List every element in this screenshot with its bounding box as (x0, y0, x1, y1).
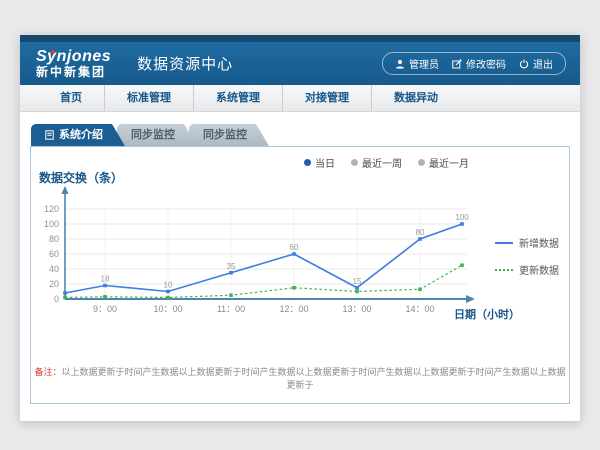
change-password-button[interactable]: 修改密码 (452, 56, 506, 71)
data-point (229, 271, 233, 275)
line-chart: 0 20 40 60 80 100 120 9：00 10：00 11：00 12：00 13：00 1… (31, 185, 570, 332)
radio-label: 最近一周 (362, 155, 402, 170)
data-point (103, 284, 107, 288)
y-tick-label: 20 (49, 279, 59, 289)
tab-label: 同步监控 (131, 124, 175, 146)
data-point-label: 35 (227, 262, 236, 271)
radio-selected-icon (304, 159, 311, 166)
content-area: 系统介绍 同步监控 同步监控 当日 最近一周 最近一月 数据交换（条） 0 20 40 60 8… (20, 124, 580, 404)
tab-2[interactable]: 同步监控 (189, 124, 269, 146)
legend-swatch (495, 242, 513, 244)
nav-item-1[interactable]: 标准管理 (104, 85, 193, 111)
y-axis-arrow (61, 186, 68, 194)
data-point (460, 222, 464, 226)
tab-label: 同步监控 (203, 124, 247, 146)
data-point (292, 252, 296, 256)
x-tick-label: 11：00 (217, 304, 245, 314)
current-user-button[interactable]: 管理员 (395, 56, 439, 71)
data-point (355, 286, 359, 290)
y-tick-label: 120 (44, 204, 59, 214)
y-axis-title: 数据交换（条） (39, 169, 123, 186)
legend-label: 更新数据 (519, 262, 559, 277)
content-panel: 当日 最近一周 最近一月 数据交换（条） 0 20 40 60 80 100 120 9：00 10… (30, 146, 570, 404)
series-line-0 (65, 224, 462, 293)
y-tick-label: 100 (44, 219, 59, 229)
desktop-background: Synjones 新中新集团 数据资源中心 管理员 修改密码 (0, 0, 600, 450)
x-axis-arrow (466, 295, 475, 303)
data-point (460, 263, 464, 267)
logo-text: Synjones (36, 49, 111, 66)
x-tick-label: 12：00 (279, 304, 308, 314)
logo-subtext: 新中新集团 (36, 66, 111, 79)
data-point-label: 10 (164, 281, 173, 290)
change-password-label: 修改密码 (466, 56, 506, 71)
document-icon (45, 130, 54, 140)
x-tick-label: 14：00 (405, 304, 434, 314)
tab-1[interactable]: 同步监控 (117, 124, 197, 146)
data-point (418, 287, 422, 291)
data-point-label: 100 (455, 213, 469, 222)
y-tick-label: 60 (49, 249, 59, 259)
radio-unselected-icon (418, 159, 425, 166)
data-point (355, 290, 359, 294)
y-tick-label: 0 (54, 294, 59, 304)
legend-label: 新增数据 (519, 235, 559, 250)
current-user-label: 管理员 (409, 56, 439, 71)
data-point-label: 15 (353, 277, 362, 286)
legend-swatch (495, 269, 513, 271)
main-nav: 首页标准管理系统管理对接管理数据异动 (20, 85, 580, 112)
time-range-option-2[interactable]: 最近一月 (418, 155, 469, 170)
logout-label: 退出 (533, 56, 553, 71)
x-axis-title: 日期（小时） (454, 307, 520, 321)
nav-item-0[interactable]: 首页 (38, 85, 104, 111)
time-range-option-1[interactable]: 最近一周 (351, 155, 402, 170)
app-window: Synjones 新中新集团 数据资源中心 管理员 修改密码 (20, 35, 580, 421)
y-tick-label: 40 (49, 264, 59, 274)
nav-item-3[interactable]: 对接管理 (282, 85, 371, 111)
edit-icon (452, 59, 462, 69)
time-range-option-0[interactable]: 当日 (304, 155, 335, 170)
series-line-1 (65, 265, 462, 297)
app-header: Synjones 新中新集团 数据资源中心 管理员 修改密码 (20, 42, 580, 85)
data-point (166, 296, 170, 300)
data-point (418, 237, 422, 241)
data-point (63, 291, 67, 295)
power-icon (519, 59, 529, 69)
x-tick-label: 13：00 (342, 304, 371, 314)
chart-legend: 新增数据更新数据 (495, 235, 559, 277)
nav-item-2[interactable]: 系统管理 (193, 85, 282, 111)
logout-button[interactable]: 退出 (519, 56, 553, 71)
nav-item-4[interactable]: 数据异动 (371, 85, 460, 111)
window-top-strip (20, 35, 580, 42)
legend-item-1[interactable]: 更新数据 (495, 262, 559, 277)
data-point-label: 80 (416, 228, 425, 237)
footnote: 备注：以上数据更新于时间产生数据以上数据更新于时间产生数据以上数据更新于时间产生… (31, 365, 569, 391)
x-tick-label: 10：00 (153, 304, 182, 314)
data-point (103, 295, 107, 299)
tab-label: 系统介绍 (59, 124, 103, 146)
tab-0[interactable]: 系统介绍 (31, 124, 125, 146)
time-range-filter: 当日 最近一周 最近一月 (304, 155, 469, 170)
data-point-label: 18 (101, 275, 110, 284)
legend-item-0[interactable]: 新增数据 (495, 235, 559, 250)
user-toolbar: 管理员 修改密码 退出 (382, 52, 566, 75)
radio-label: 当日 (315, 155, 335, 170)
data-point (63, 296, 67, 300)
user-icon (395, 59, 405, 69)
x-tick-label: 9：00 (93, 304, 117, 314)
radio-unselected-icon (351, 159, 358, 166)
footnote-prefix: 备注： (34, 367, 61, 377)
footnote-text: 以上数据更新于时间产生数据以上数据更新于时间产生数据以上数据更新于时间产生数据以… (62, 367, 566, 390)
logo-red-dot (51, 50, 55, 54)
logo: Synjones 新中新集团 (36, 49, 111, 78)
data-point (166, 290, 170, 294)
data-point (229, 293, 233, 297)
data-point-label: 60 (290, 243, 299, 252)
radio-label: 最近一月 (429, 155, 469, 170)
data-point (292, 286, 296, 290)
page-title: 数据资源中心 (137, 53, 233, 74)
tab-bar: 系统介绍 同步监控 同步监控 (31, 124, 580, 146)
y-tick-label: 80 (49, 234, 59, 244)
